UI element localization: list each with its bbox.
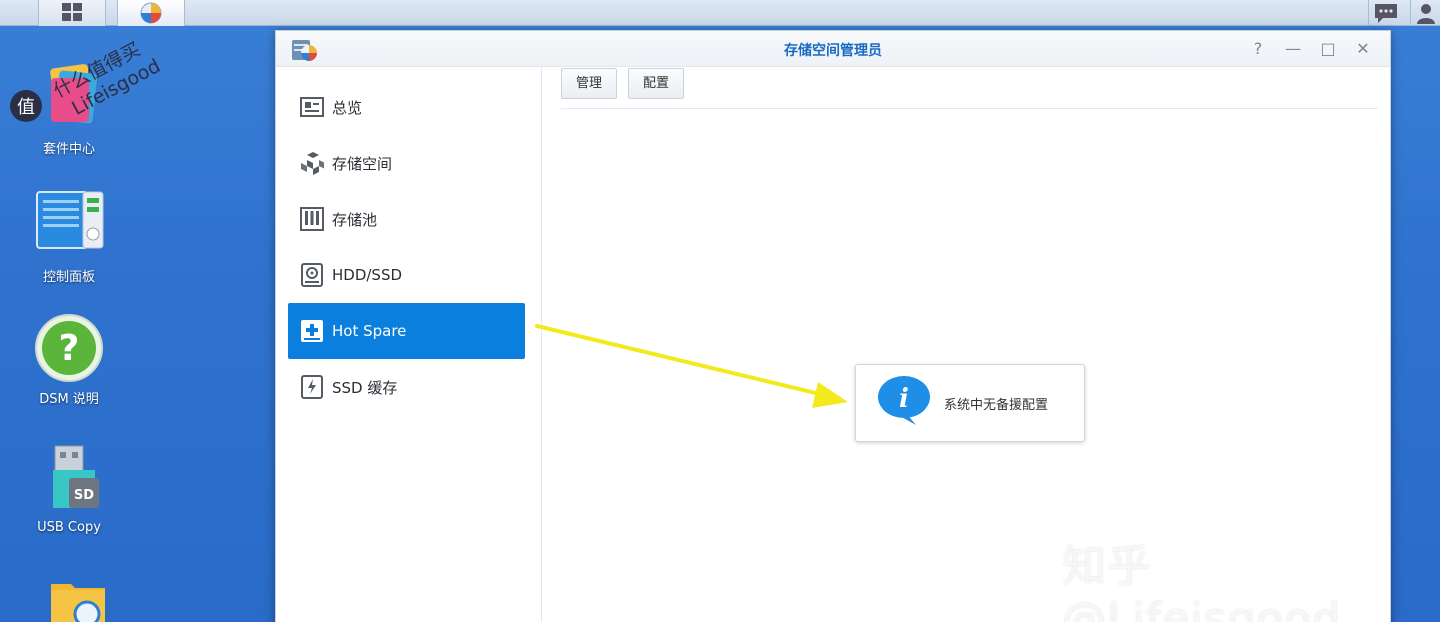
sidebar-item-hot-spare[interactable]: Hot Spare xyxy=(288,303,525,359)
desktop-icon-dsm-help[interactable]: ? DSM 说明 xyxy=(14,312,124,407)
main-menu-button[interactable] xyxy=(38,0,106,26)
close-button[interactable]: ✕ xyxy=(1353,39,1373,59)
sidebar-item-label: SSD 缓存 xyxy=(332,378,398,397)
taskbar xyxy=(0,0,1440,26)
watermark-badge: 值 xyxy=(17,97,35,118)
window-title: 存储空间管理员 xyxy=(784,43,882,59)
user-button[interactable] xyxy=(1410,0,1440,26)
disk-icon xyxy=(300,263,324,287)
sidebar-item-ssd-cache[interactable]: SSD 缓存 xyxy=(288,359,525,415)
help-icon: ? xyxy=(33,312,105,384)
sidebar-item-label: HDD/SSD xyxy=(332,266,403,284)
desktop-icon-control-panel[interactable]: 控制面板 xyxy=(14,190,124,285)
grid-icon xyxy=(62,3,82,21)
sidebar: 总览 存储空间 存储池 HDD/SSD Hot Spare SSD 缓存 xyxy=(276,67,542,622)
manage-button[interactable]: 管理 xyxy=(561,68,618,99)
sidebar-item-label: Hot Spare xyxy=(332,322,407,340)
sidebar-item-label: 总览 xyxy=(332,98,363,117)
folder-icon xyxy=(33,578,123,622)
usb-copy-icon: SD xyxy=(33,444,105,516)
desktop-icon-usb-copy[interactable]: SD USB Copy xyxy=(14,444,124,535)
notification-button[interactable] xyxy=(1368,0,1402,26)
chat-bubble-icon xyxy=(1374,4,1397,23)
info-message: 系统中无备援配置 xyxy=(944,397,1049,413)
control-panel-icon xyxy=(33,190,105,262)
sidebar-item-volume[interactable]: 存储空间 xyxy=(288,135,525,191)
info-icon: i xyxy=(876,375,934,431)
desktop-icon-label: 套件中心 xyxy=(42,142,95,157)
minimize-button[interactable]: — xyxy=(1283,39,1303,59)
desktop-icon-label: DSM 说明 xyxy=(39,392,99,407)
user-icon xyxy=(1416,4,1435,24)
toolbar: 管理 配置 xyxy=(561,68,1378,109)
taskbar-storage-manager-button[interactable] xyxy=(117,0,185,26)
watermark-zhihu: 知乎 @Lifeisgood xyxy=(1062,541,1342,622)
sidebar-item-storage-pool[interactable]: 存储池 xyxy=(288,191,525,247)
desktop-icon-file-station[interactable] xyxy=(14,578,124,622)
watermark-smzdm: 值 什么值得买 Lifeisgood xyxy=(6,30,166,130)
desktop-icon-label: 控制面板 xyxy=(42,270,95,285)
sd-card-label: SD xyxy=(74,488,94,503)
maximize-button[interactable]: □ xyxy=(1318,39,1338,59)
overview-icon xyxy=(300,95,324,119)
window-titlebar[interactable]: 存储空间管理员 ? — □ ✕ xyxy=(276,31,1390,67)
config-button[interactable]: 配置 xyxy=(628,68,685,99)
storage-manager-icon xyxy=(140,2,162,24)
sidebar-item-label: 存储空间 xyxy=(332,154,393,173)
help-button[interactable]: ? xyxy=(1248,39,1268,59)
svg-text:i: i xyxy=(899,384,909,414)
hot-spare-icon xyxy=(300,319,324,343)
sidebar-item-overview[interactable]: 总览 xyxy=(288,79,525,135)
sidebar-item-hdd-ssd[interactable]: HDD/SSD xyxy=(288,247,525,303)
empty-state-message: i 系统中无备援配置 xyxy=(855,364,1085,442)
volume-icon xyxy=(300,151,324,175)
desktop-icon-label: USB Copy xyxy=(37,520,101,535)
help-question-mark: ? xyxy=(59,328,80,369)
sidebar-item-label: 存储池 xyxy=(332,210,378,229)
ssd-cache-icon xyxy=(300,375,324,399)
storage-pool-icon xyxy=(300,207,324,231)
